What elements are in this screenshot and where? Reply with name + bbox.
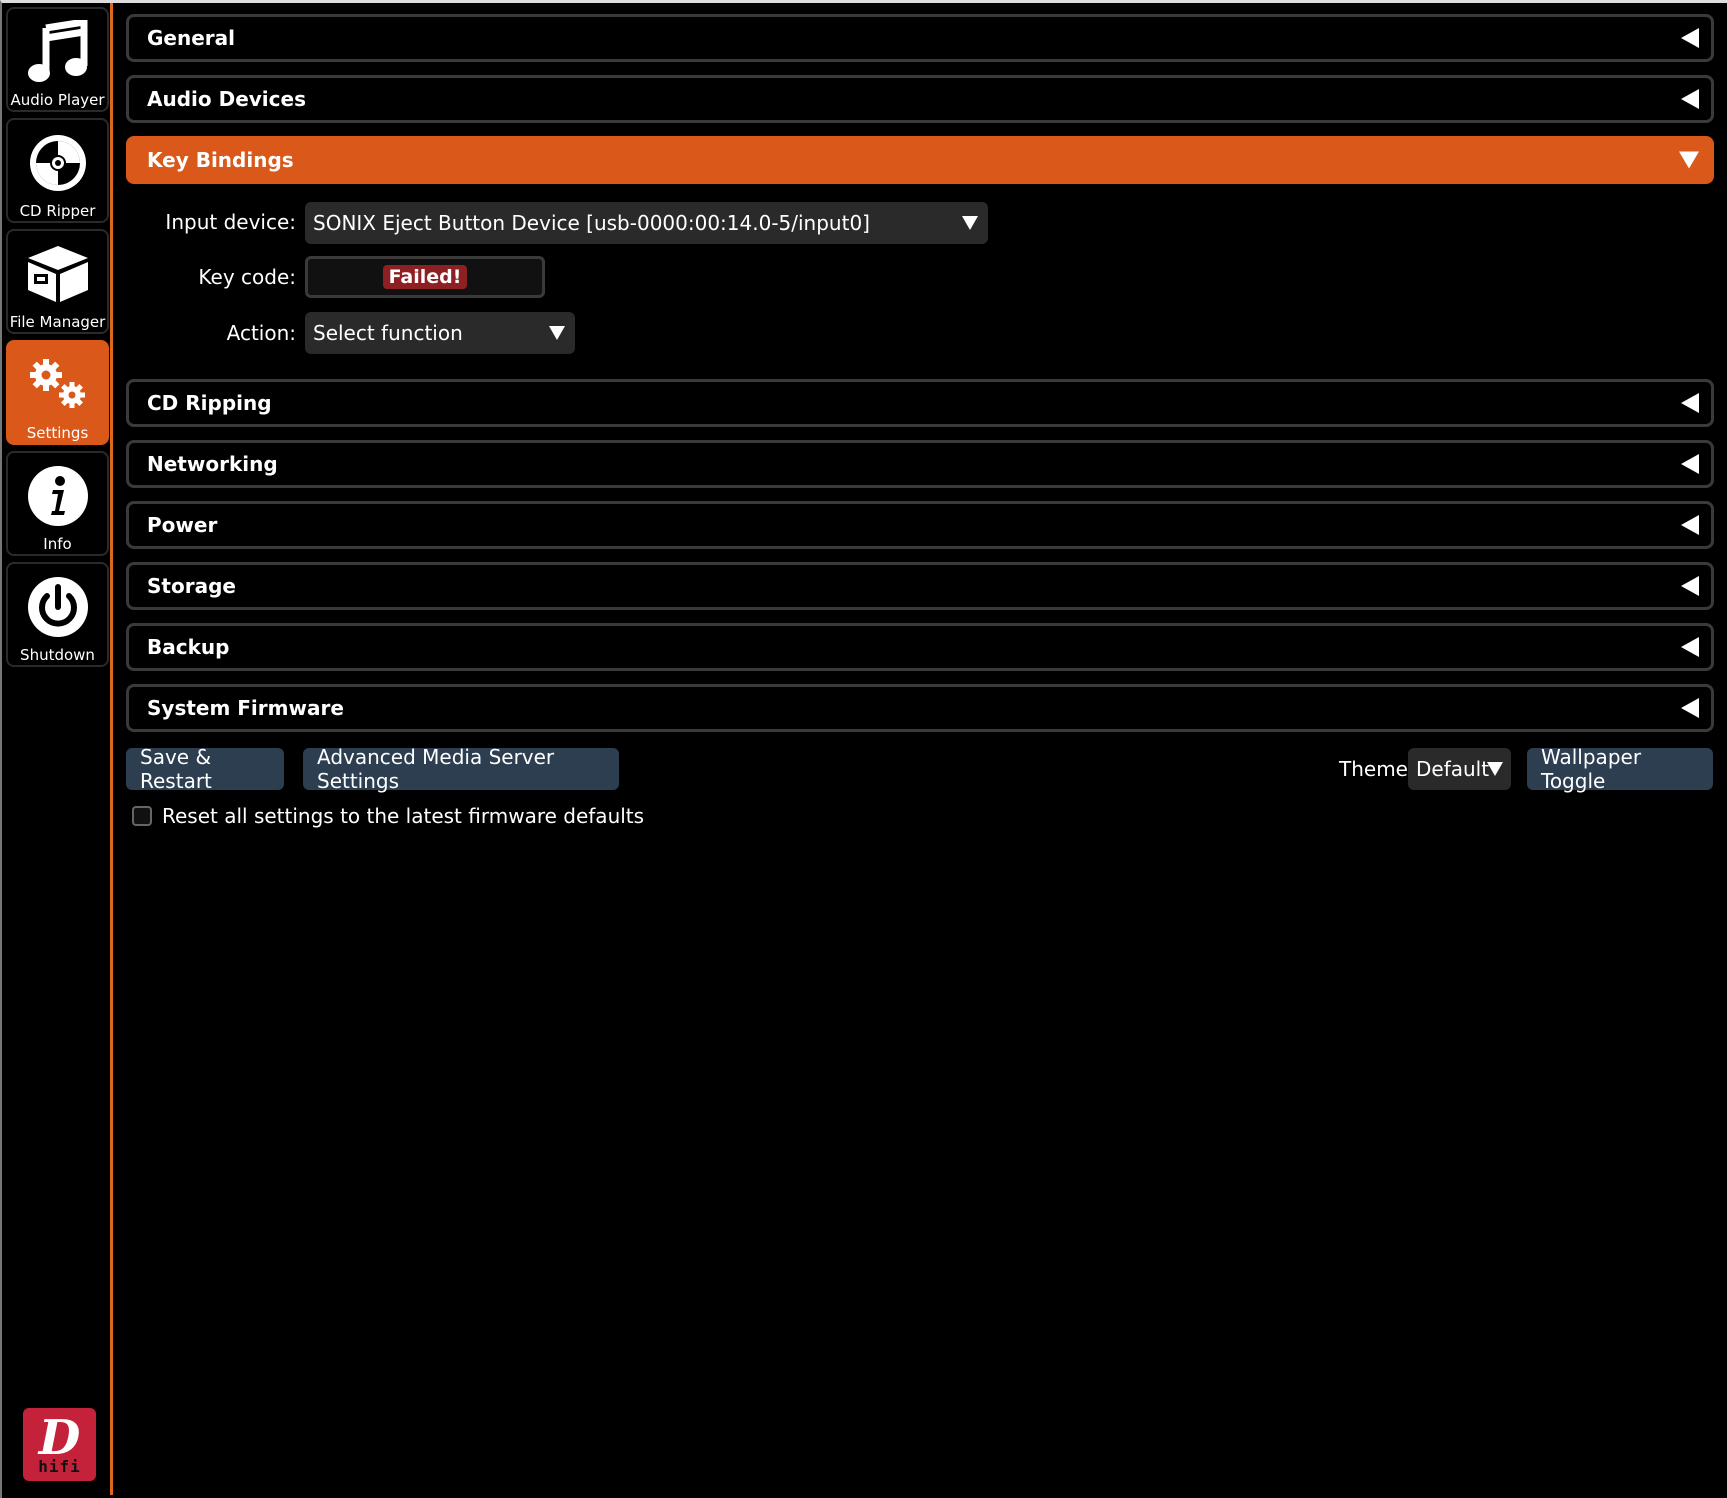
nav-label: File Manager: [9, 313, 106, 331]
section-system-firmware[interactable]: System Firmware: [126, 684, 1714, 732]
section-networking[interactable]: Networking: [126, 440, 1714, 488]
save-restart-button[interactable]: Save & Restart: [126, 745, 284, 793]
section-power[interactable]: Power: [126, 501, 1714, 549]
key-code-field[interactable]: Failed!: [305, 256, 545, 298]
logo-text: hifi: [38, 1456, 81, 1476]
gears-icon: [25, 352, 91, 418]
section-general[interactable]: General: [126, 14, 1714, 62]
collapse-arrow-icon: [1681, 637, 1699, 657]
section-backup[interactable]: Backup: [126, 623, 1714, 671]
nav-label: Shutdown: [20, 646, 95, 664]
reset-defaults-label: Reset all settings to the latest firmwar…: [162, 804, 645, 828]
input-device-label: Input device:: [165, 210, 296, 234]
section-cd-ripping[interactable]: CD Ripping: [126, 379, 1714, 427]
sidebar: Audio Player CD Ripper File Manager Sett…: [3, 3, 111, 1495]
theme-label: Theme:: [1339, 757, 1415, 781]
nav-label: Info: [43, 535, 72, 553]
wallpaper-toggle-button[interactable]: Wallpaper Toggle: [1527, 745, 1713, 793]
collapse-arrow-icon: [1681, 393, 1699, 413]
music-note-icon: [25, 19, 91, 85]
sidebar-divider: [110, 3, 113, 1495]
dhifi-logo: D hifi: [23, 1408, 96, 1481]
nav-settings[interactable]: Settings: [6, 340, 109, 445]
input-device-select[interactable]: SONIX Eject Button Device [usb-0000:00:1…: [305, 202, 988, 244]
section-storage[interactable]: Storage: [126, 562, 1714, 610]
section-title: Storage: [147, 574, 236, 598]
collapse-arrow-icon: [1681, 89, 1699, 109]
section-title: Power: [147, 513, 218, 537]
section-title: Backup: [147, 635, 230, 659]
section-title: System Firmware: [147, 696, 344, 720]
nav-file-manager[interactable]: File Manager: [6, 229, 109, 334]
nav-label: Audio Player: [10, 91, 105, 109]
theme-select[interactable]: Default: [1408, 748, 1511, 790]
collapse-arrow-icon: [1681, 576, 1699, 596]
section-title: Audio Devices: [147, 87, 306, 111]
reset-defaults-checkbox[interactable]: [132, 806, 152, 826]
info-icon: [25, 463, 91, 529]
key-code-label: Key code:: [198, 265, 296, 289]
dropdown-caret-icon: [962, 216, 978, 230]
section-audio-devices[interactable]: Audio Devices: [126, 75, 1714, 123]
nav-cd-ripper[interactable]: CD Ripper: [6, 118, 109, 223]
advanced-media-server-button[interactable]: Advanced Media Server Settings: [303, 745, 619, 793]
section-title: Networking: [147, 452, 278, 476]
nav-label: Settings: [26, 424, 89, 442]
action-value: Select function: [313, 321, 463, 345]
nav-info[interactable]: Info: [6, 451, 109, 556]
nav-shutdown[interactable]: Shutdown: [6, 562, 109, 667]
logo-mark: D: [38, 1409, 81, 1466]
input-device-value: SONIX Eject Button Device [usb-0000:00:1…: [313, 211, 870, 235]
collapse-arrow-icon: [1681, 28, 1699, 48]
action-label: Action:: [226, 321, 296, 345]
dropdown-caret-icon: [1487, 762, 1503, 776]
section-title: General: [147, 26, 235, 50]
collapse-arrow-icon: [1681, 515, 1699, 535]
section-key-bindings[interactable]: Key Bindings: [126, 136, 1714, 184]
action-select[interactable]: Select function: [305, 312, 575, 354]
theme-value: Default: [1416, 757, 1490, 781]
dropdown-caret-icon: [549, 326, 565, 340]
section-title: CD Ripping: [147, 391, 272, 415]
power-icon: [25, 574, 91, 640]
key-code-status-badge: Failed!: [382, 265, 468, 289]
collapse-arrow-icon: [1681, 698, 1699, 718]
nav-label: CD Ripper: [19, 202, 96, 220]
box-icon: [25, 241, 91, 307]
collapse-arrow-icon: [1681, 454, 1699, 474]
expand-arrow-icon: [1679, 151, 1699, 169]
section-title: Key Bindings: [147, 148, 294, 172]
disc-icon: [25, 130, 91, 196]
nav-audio-player[interactable]: Audio Player: [6, 7, 109, 112]
